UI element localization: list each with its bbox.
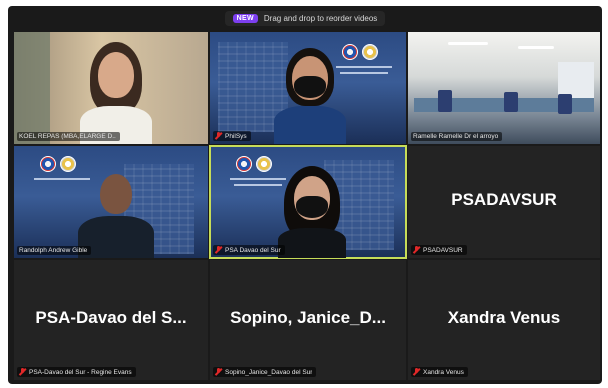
participant-tile[interactable]: Randolph Andrew Gible bbox=[14, 146, 208, 258]
participant-name-tag: PSA-Davao del Sur - Regine Evans bbox=[17, 367, 136, 377]
participant-name-tag: KOEL REPAS (MBA,ELARGE D.. bbox=[17, 132, 120, 141]
participant-tile[interactable]: PSADAVSUR PSADAVSUR bbox=[408, 146, 600, 258]
participant-name: Sopino_Janice_Davao del Sur bbox=[225, 368, 313, 376]
reorder-hint: NEW Drag and drop to reorder videos bbox=[224, 10, 386, 26]
muted-mic-icon bbox=[413, 246, 420, 254]
participant-video bbox=[272, 166, 352, 258]
participant-name: PhilSys bbox=[225, 132, 247, 140]
philsys-seal-icon bbox=[256, 156, 272, 172]
participant-display-name: Sopino, Janice_D... bbox=[230, 308, 386, 327]
participant-video bbox=[270, 48, 350, 144]
meeting-window: NEW Drag and drop to reorder videos KOEL… bbox=[8, 6, 602, 384]
participant-video bbox=[76, 42, 156, 144]
participant-name: Randolph Andrew Gible bbox=[19, 247, 88, 254]
psa-seal-icon bbox=[236, 156, 252, 172]
top-bar: NEW Drag and drop to reorder videos bbox=[8, 6, 602, 30]
participant-name-tag: Xandra Venus bbox=[411, 367, 468, 377]
room-chair bbox=[504, 92, 518, 112]
participant-name: Xandra Venus bbox=[423, 368, 464, 376]
participant-name: KOEL REPAS (MBA,ELARGE D.. bbox=[19, 133, 116, 140]
participant-display-name: PSADAVSUR bbox=[451, 190, 557, 209]
room-chair bbox=[558, 94, 572, 114]
participant-name-tag: Sopino_Janice_Davao del Sur bbox=[213, 367, 317, 377]
new-badge: NEW bbox=[232, 13, 258, 23]
muted-mic-icon bbox=[215, 368, 222, 376]
gallery-view: KOEL REPAS (MBA,ELARGE D.. PhilSys Ramel… bbox=[14, 32, 600, 380]
participant-name-tag: PSA Davao del Sur bbox=[213, 245, 285, 255]
participant-tile[interactable]: Sopino, Janice_D... Sopino_Janice_Davao … bbox=[210, 260, 406, 380]
muted-mic-icon bbox=[215, 132, 222, 140]
participant-name-tag: Randolph Andrew Gible bbox=[17, 246, 92, 255]
participant-tile[interactable]: KOEL REPAS (MBA,ELARGE D.. bbox=[14, 32, 208, 144]
participant-tile[interactable]: PhilSys bbox=[210, 32, 406, 144]
participant-name-tag: PSADAVSUR bbox=[411, 245, 467, 255]
philsys-seal-icon bbox=[362, 44, 378, 60]
ceiling-light bbox=[518, 46, 554, 49]
participant-tile[interactable]: Ramelle Ramelle Dr el arroyo bbox=[408, 32, 600, 144]
muted-mic-icon bbox=[215, 246, 222, 254]
psa-seal-icon bbox=[40, 156, 56, 172]
muted-mic-icon bbox=[413, 368, 420, 376]
participant-name: PSA Davao del Sur bbox=[225, 246, 281, 254]
participant-tile-active-speaker[interactable]: PSA Davao del Sur bbox=[209, 145, 407, 259]
participant-name: PSADAVSUR bbox=[423, 246, 463, 254]
participant-name-tag: Ramelle Ramelle Dr el arroyo bbox=[411, 132, 503, 141]
participant-name: Ramelle Ramelle Dr el arroyo bbox=[413, 133, 499, 140]
drag-hint-text: Drag and drop to reorder videos bbox=[263, 13, 378, 23]
participant-display-name: Xandra Venus bbox=[447, 308, 561, 327]
muted-mic-icon bbox=[19, 368, 26, 376]
participant-display-name: PSA-Davao del S... bbox=[35, 308, 187, 327]
participant-tile[interactable]: Xandra Venus Xandra Venus bbox=[408, 260, 600, 380]
participant-name: PSA-Davao del Sur - Regine Evans bbox=[29, 368, 132, 376]
participant-name-tag: PhilSys bbox=[213, 131, 251, 141]
ceiling-light bbox=[448, 42, 488, 45]
room-chair bbox=[438, 90, 452, 112]
participant-tile[interactable]: PSA-Davao del S... PSA-Davao del Sur - R… bbox=[14, 260, 208, 380]
philsys-seal-icon bbox=[60, 156, 76, 172]
